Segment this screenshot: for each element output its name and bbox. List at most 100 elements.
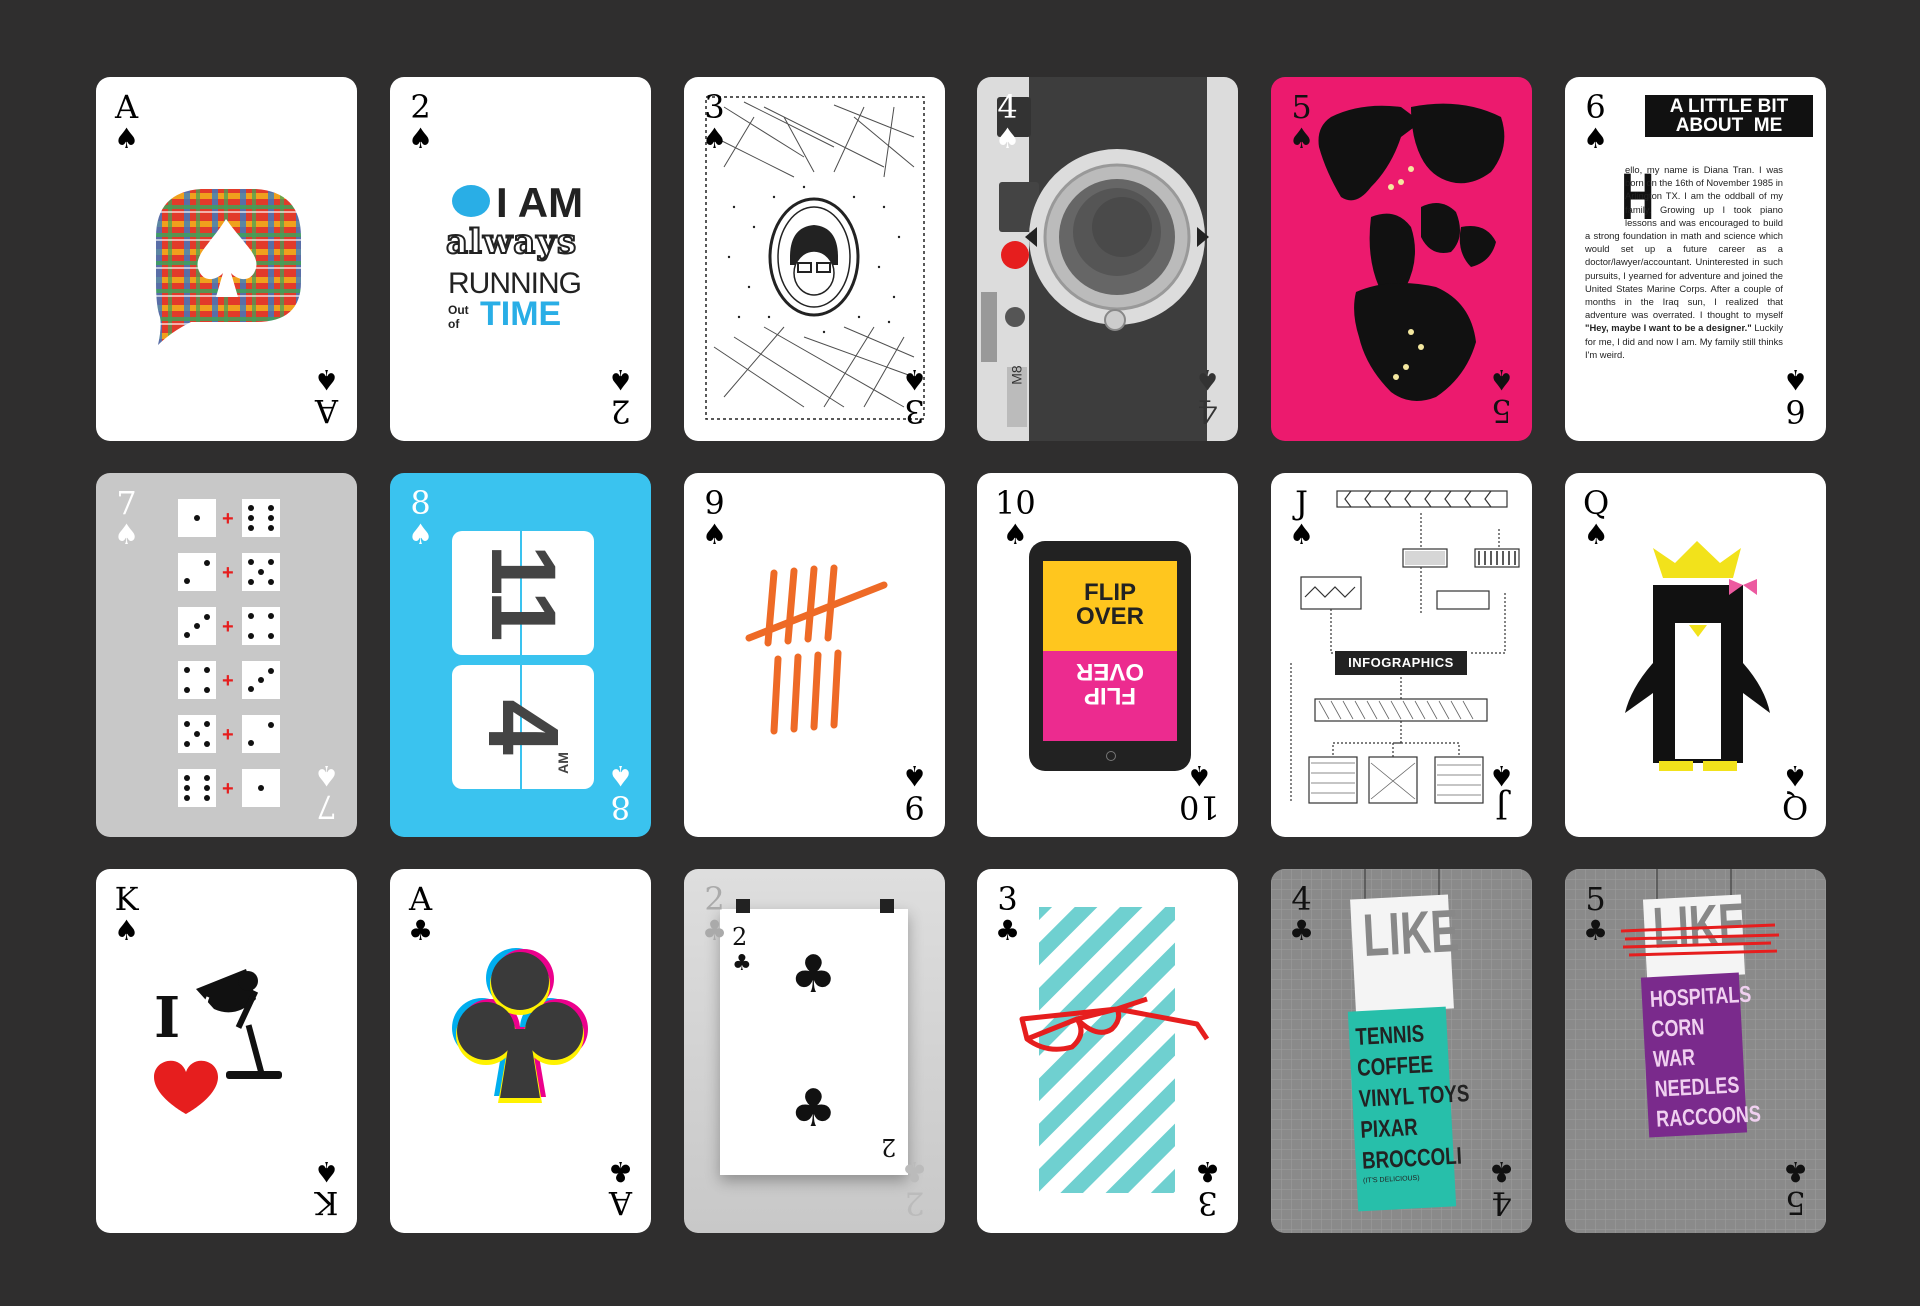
typography-line-2: always — [445, 221, 578, 263]
card-two-of-spades[interactable]: 2 ♠ I AM always RUNNING Out of TIME 2 ♠ — [390, 77, 651, 441]
card-ace-of-clubs[interactable]: A ♣ A ♣ — [390, 869, 651, 1233]
card-index-top: 5 ♣ — [1583, 880, 1609, 947]
typography-line-6: TIME — [480, 295, 562, 333]
tablet-text-top: FLIP OVER — [1043, 581, 1177, 629]
svg-text:+: + — [222, 778, 234, 800]
like-item: VINYL TOYS — [1358, 1080, 1470, 1113]
tablet-text-bottom-2: OVER — [1076, 658, 1145, 685]
card-index-bottom: 4 ♣ — [1488, 1155, 1514, 1222]
card-index-top: 7 ♠ — [114, 484, 140, 551]
card-index-top: 9 ♠ — [702, 484, 728, 551]
bio-paragraph: ello, my name is Diana Tran. I was born … — [1585, 163, 1783, 361]
card-index-top: 3 ♣ — [995, 880, 1021, 947]
like-item: COFFEE — [1356, 1050, 1434, 1082]
tablet-text-top-2: OVER — [1075, 603, 1144, 630]
card-index-top: A ♣ — [408, 880, 434, 947]
card-three-of-clubs[interactable]: 3 ♣ 3 ♣ — [977, 869, 1238, 1233]
card-ace-of-spades[interactable]: A ♠ A ♠ — [96, 77, 357, 441]
card-ten-of-spades[interactable]: FLIP OVER FLIP OVER 10 ♠ 10 ♠ — [977, 473, 1238, 837]
card-index-top: 5 ♠ — [1289, 88, 1315, 155]
card-index-bottom: 2 ♣ — [901, 1155, 927, 1222]
infographic-label: INFOGRAPHICS — [1348, 655, 1454, 670]
card-index-top: 6 ♠ — [1583, 88, 1609, 155]
card-index-bottom: J ♠ — [1488, 759, 1514, 826]
svg-text:+: + — [222, 724, 234, 746]
tablet-home-button — [1106, 751, 1116, 761]
like-item: TENNIS — [1354, 1020, 1425, 1051]
inner-card-rank-bottom: 2 — [880, 1133, 896, 1161]
binder-clip-right — [880, 899, 894, 913]
typography-line-4: Out — [448, 303, 469, 317]
flip-clock-ampm: AM — [554, 752, 571, 774]
card-rank: A — [115, 88, 139, 126]
card-index-top: K ♠ — [114, 880, 140, 947]
bio-heading-line-2: ABOUT ME — [1675, 115, 1783, 136]
flip-clock-top-digits: 11 — [472, 544, 574, 642]
tablet-text-bottom: FLIP OVER — [1043, 658, 1177, 709]
bio-heading-line-1: A LITTLE BIT — [1669, 96, 1789, 117]
card-four-of-clubs[interactable]: LIKE TENNIS COFFEE VINYL TOYS PIXAR BROC… — [1271, 869, 1532, 1233]
banner-title: LIKE — [1361, 897, 1461, 969]
card-index-bottom: 5 ♣ — [1782, 1155, 1808, 1222]
inner-card-suit: ♣ — [732, 951, 752, 976]
tablet-text-bottom-1: FLIP — [1084, 682, 1136, 709]
card-index-top: 10 ♠ — [995, 484, 1036, 551]
typography-line-5: of — [448, 317, 460, 331]
svg-text:+: + — [222, 616, 234, 638]
inner-club-top: ♣ — [790, 945, 837, 1005]
card-eight-of-spades[interactable]: 11 4 AM 8 ♠ 8 ♠ — [390, 473, 651, 837]
svg-text:+: + — [222, 670, 234, 692]
like-item: PIXAR — [1359, 1113, 1419, 1144]
speech-bubble-icon — [452, 185, 490, 217]
card-nine-of-spades[interactable]: 9 ♠ 9 ♠ — [684, 473, 945, 837]
bio-quote: "Hey, maybe I want to be a designer." — [1585, 322, 1752, 334]
binder-clip-left — [736, 899, 750, 913]
card-index-bottom: 3 ♣ — [1194, 1155, 1220, 1222]
card-jack-of-spades[interactable]: INFOGRAPHICS J ♠ J ♠ — [1271, 473, 1532, 837]
inner-club-bottom: ♣ — [790, 1079, 837, 1139]
camera-model-label: M8 — [1008, 365, 1025, 385]
inner-card-rank: 2 — [732, 923, 748, 951]
svg-text:+: + — [222, 508, 234, 530]
svg-text:+: + — [222, 562, 234, 584]
flip-clock-bottom-digits: 4 — [467, 699, 579, 755]
card-index-top: A ♠ — [114, 91, 139, 153]
card-index-top: 4 ♣ — [1289, 880, 1315, 947]
card-index-bottom: A ♠ — [313, 363, 339, 430]
like-item: BROCCOLI — [1361, 1142, 1463, 1175]
like-list: TENNIS COFFEE VINYL TOYS PIXAR BROCCOLI … — [1355, 1016, 1473, 1187]
typography-line-1: I AM — [496, 179, 584, 226]
card-index-top: Q ♠ — [1583, 484, 1610, 551]
card-index-top: 4 ♠ — [995, 88, 1021, 155]
heart-icon — [154, 1060, 218, 1114]
card-index-bottom: 5 ♠ — [1488, 363, 1514, 430]
card-index-bottom: 6 ♠ — [1782, 363, 1808, 430]
card-queen-of-spades[interactable]: Q ♠ Q ♠ — [1565, 473, 1826, 837]
card-index-top: 2 ♠ — [408, 88, 434, 155]
card-index-top: 3 ♠ — [702, 88, 728, 155]
dropcap-spacer — [1585, 163, 1625, 227]
card-index-bottom: 9 ♠ — [901, 759, 927, 826]
card-index-bottom: 3 ♠ — [901, 363, 927, 430]
card-index-top: 2 ♣ — [702, 880, 728, 947]
card-suit: ♠ — [114, 122, 140, 155]
card-five-of-clubs[interactable]: LIKE HOSPITALS CORN WAR NEEDLES RACCOONS… — [1565, 869, 1826, 1233]
card-index-bottom: 4 ♠ — [1194, 363, 1220, 430]
card-index-top: J ♠ — [1289, 484, 1315, 551]
tablet-text-top-1: FLIP — [1084, 579, 1136, 606]
card-six-of-spades[interactable]: 6 ♠ A LITTLE BIT ABOUT ME H ello, my name… — [1565, 77, 1826, 441]
card-index-bottom: K ♠ — [313, 1155, 339, 1222]
card-two-of-clubs[interactable]: 2 ♣ 2 ♣ ♣ ♣ 2 2 ♣ — [684, 869, 945, 1233]
bio-heading: A LITTLE BIT ABOUT ME — [1645, 95, 1813, 137]
card-index-bottom: 7 ♠ — [313, 759, 339, 826]
card-index-top: 8 ♠ — [408, 484, 434, 551]
card-seven-of-spades[interactable]: + + + + + + 7 ♠ 7 ♠ — [96, 473, 357, 837]
card-king-of-spades[interactable]: I K ♠ K ♠ — [96, 869, 357, 1233]
card-three-of-spades[interactable]: 3 ♠ 3 ♠ — [684, 77, 945, 441]
inner-card: 2 ♣ ♣ ♣ 2 — [720, 909, 908, 1175]
card-four-of-spades[interactable]: M8 4 ♠ 4 ♠ — [977, 77, 1238, 441]
card-index-bottom: 10 ♠ — [1179, 759, 1220, 826]
card-five-of-spades[interactable]: 5 ♠ 5 ♠ — [1271, 77, 1532, 441]
card-index-bottom: Q ♠ — [1781, 759, 1808, 826]
card-index-bottom: A ♣ — [607, 1155, 633, 1222]
